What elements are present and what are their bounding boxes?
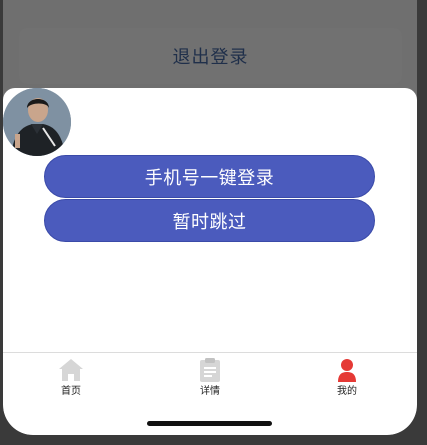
home-icon	[59, 359, 83, 381]
tab-home-label: 首页	[61, 386, 81, 397]
skip-button[interactable]: 暂时跳过	[44, 199, 375, 242]
tab-mine[interactable]: 我的	[317, 357, 377, 403]
tab-home[interactable]: 首页	[41, 357, 101, 403]
logout-card[interactable]: 退出登录	[19, 28, 402, 84]
tab-detail[interactable]: 详情	[180, 357, 240, 403]
login-sheet: 手机号一键登录 暂时跳过 首页 详情 我的	[3, 88, 417, 435]
screen: 退出登录 手机号一键登录 暂时跳过 首页 详情 我的	[3, 0, 417, 435]
avatar-photo-icon	[3, 88, 71, 156]
logout-label: 退出登录	[172, 47, 249, 68]
one-click-login-button[interactable]: 手机号一键登录	[44, 155, 375, 198]
avatar	[3, 88, 71, 156]
user-icon	[338, 359, 356, 382]
phone-frame: 退出登录 手机号一键登录 暂时跳过 首页 详情 我的	[0, 0, 427, 445]
home-indicator[interactable]	[147, 421, 272, 426]
tab-detail-label: 详情	[200, 386, 220, 397]
clipboard-icon	[200, 358, 220, 382]
tab-mine-label: 我的	[337, 386, 357, 397]
